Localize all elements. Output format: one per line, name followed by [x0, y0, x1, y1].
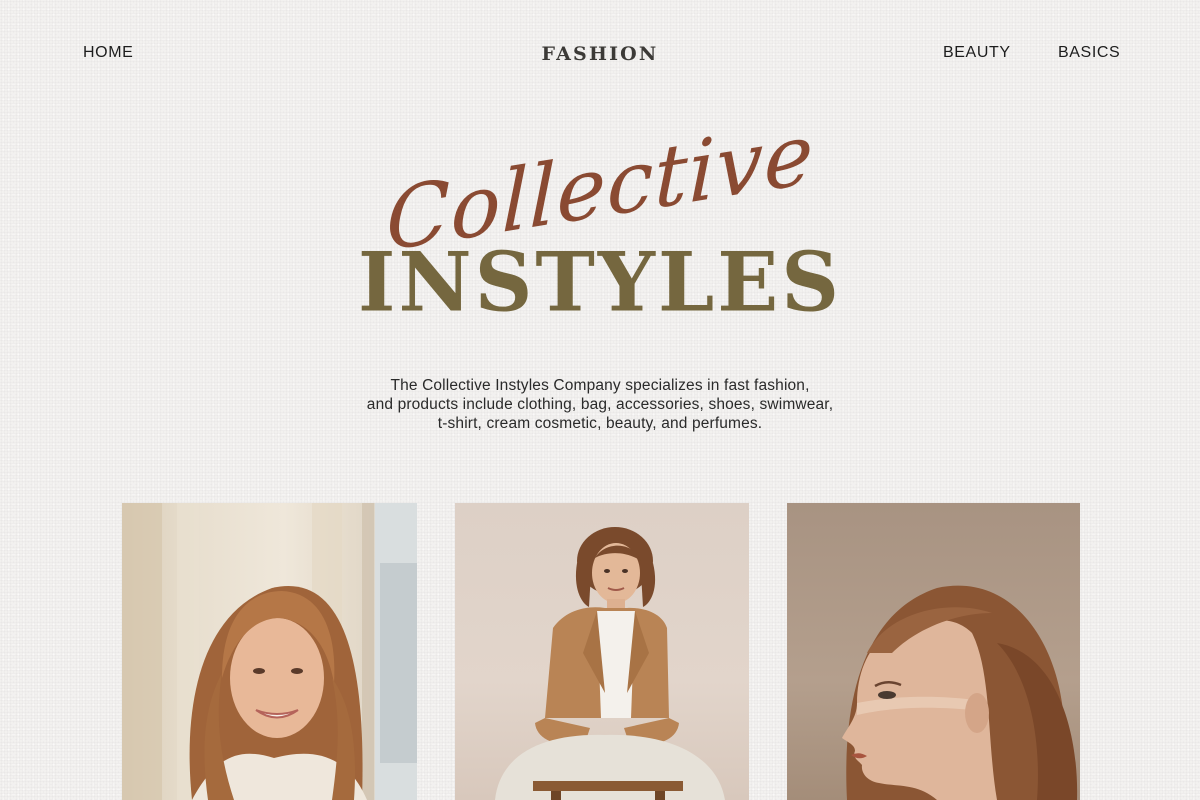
photo-man-blazer-illustration: [495, 527, 725, 800]
company-description: The Collective Instyles Company speciali…: [300, 376, 900, 433]
photo-man-blazer: [455, 503, 749, 800]
description-line: t-shirt, cream cosmetic, beauty, and per…: [437, 415, 763, 432]
photo-woman-profile-illustration: [842, 585, 1078, 800]
photo-woman-smiling: [122, 503, 417, 800]
description-line: The Collective Instyles Company speciali…: [390, 377, 810, 394]
brand-logo[interactable]: FASHION: [0, 43, 1200, 65]
photo-woman-profile: [787, 503, 1080, 800]
description-line: and products include clothing, bag, acce…: [366, 396, 834, 413]
nav-beauty-link[interactable]: BEAUTY: [943, 44, 1011, 62]
photo-woman-smiling-illustration: [122, 503, 417, 800]
